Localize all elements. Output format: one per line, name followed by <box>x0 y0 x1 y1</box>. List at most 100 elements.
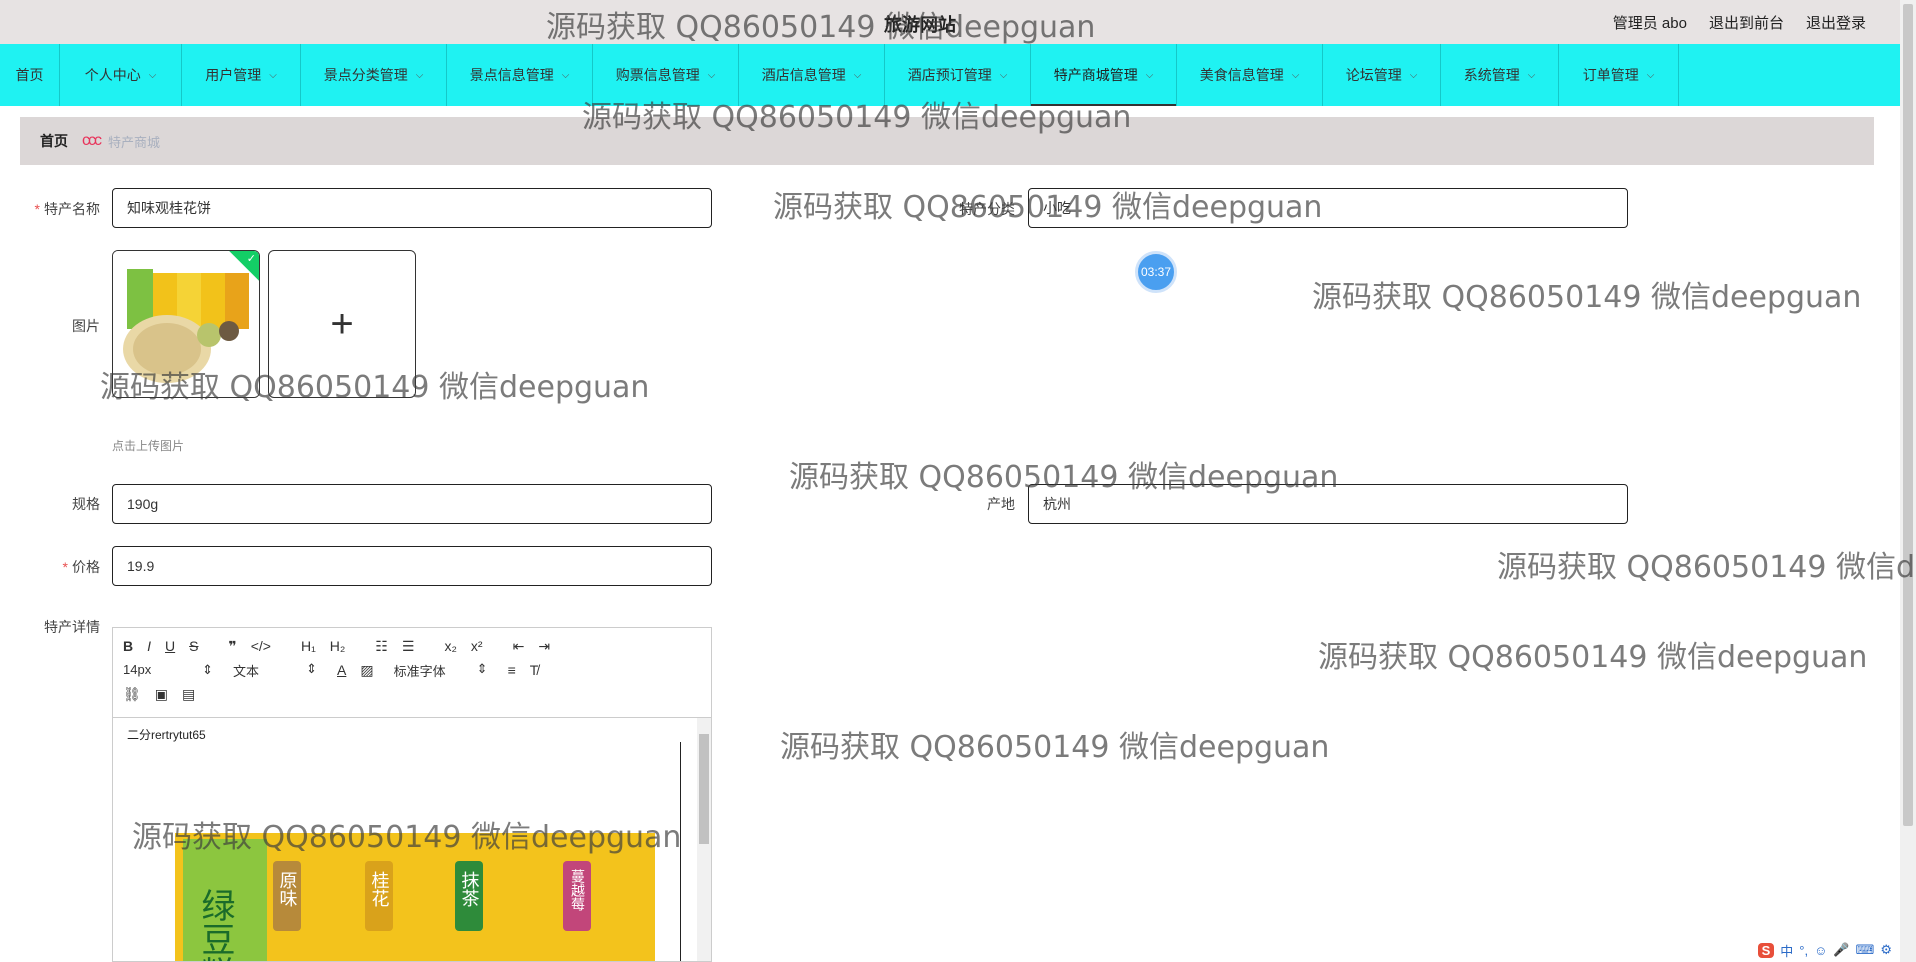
font-family-select[interactable]: 标准字体 ⇕ <box>394 661 488 680</box>
punctuation-icon: °, <box>1799 942 1809 958</box>
nav-item-scenic-info[interactable]: 景点信息管理 ⌵ <box>447 44 593 106</box>
page-scrollbar[interactable] <box>1900 0 1916 962</box>
font-size-select[interactable]: 14px ⇕ <box>123 662 213 678</box>
video-icon[interactable]: ▤ <box>182 686 195 703</box>
breadcrumb: 首页 ccc 特产商城 <box>20 117 1874 165</box>
main-nav: 首页 个人中心 ⌵ 用户管理 ⌵ 景点分类管理 ⌵ 景点信息管理 ⌵ 购票信息管理 ⌵ 酒… <box>0 44 1900 106</box>
font-family-value: 标准字体 <box>393 663 446 679</box>
outdent-icon[interactable]: ⇤ <box>513 638 525 655</box>
exit-to-front-link[interactable]: 退出到前台 <box>1709 12 1784 33</box>
image-label-3: 抹茶 <box>459 871 480 907</box>
nav-label: 特产商城管理 <box>1053 67 1138 83</box>
spec-label: 规格 <box>72 496 100 512</box>
editor-text: 二分rertrytut65 <box>127 728 206 742</box>
chevron-down-icon: ⌵ <box>1409 69 1418 81</box>
keyboard-icon: ⌨ <box>1855 942 1875 957</box>
quote-icon[interactable]: ❞ <box>228 638 236 655</box>
product-thumbnail-image <box>113 251 259 397</box>
nav-label: 购票信息管理 <box>615 67 700 83</box>
strike-button[interactable]: S <box>189 638 198 654</box>
italic-button[interactable]: I <box>147 638 151 654</box>
upload-tip: 点击上传图片 <box>112 439 185 453</box>
timer-badge: 03:37 <box>1135 251 1177 293</box>
chevron-down-icon: ⌵ <box>999 69 1008 81</box>
link-icon[interactable]: ⛓ <box>123 686 141 703</box>
editor-text-cursor <box>680 742 681 961</box>
bold-button[interactable]: B <box>123 638 133 654</box>
nav-item-forum[interactable]: 论坛管理 ⌵ <box>1323 44 1441 106</box>
name-input[interactable]: 知味观桂花饼 <box>112 188 712 228</box>
h2-button[interactable]: H₂ <box>330 638 346 654</box>
underline-button[interactable]: U <box>165 638 175 654</box>
select-arrows-icon: ⇕ <box>202 662 213 677</box>
bullet-list-icon[interactable]: ☰ <box>402 638 415 655</box>
image-icon[interactable]: ▣ <box>155 686 168 703</box>
align-icon[interactable]: ≡ <box>508 662 516 678</box>
indent-icon[interactable]: ⇥ <box>538 638 550 655</box>
chevron-down-icon: ⌵ <box>269 69 277 81</box>
nav-label: 系统管理 <box>1463 67 1520 83</box>
nav-item-food-info[interactable]: 美食信息管理 ⌵ <box>1177 44 1323 106</box>
category-input[interactable]: 小吃 <box>1028 188 1628 228</box>
origin-input[interactable]: 杭州 <box>1028 484 1628 524</box>
top-actions: 管理员 abo 退出到前台 退出登录 <box>1613 12 1866 33</box>
chevron-down-icon: ⌵ <box>853 69 862 81</box>
chevron-down-icon: ⌵ <box>707 69 716 81</box>
nav-item-hotel-booking[interactable]: 酒店预订管理 ⌵ <box>885 44 1031 106</box>
breadcrumb-home[interactable]: 首页 <box>40 131 68 151</box>
nav-label: 用户管理 <box>205 67 262 83</box>
nav-item-personal-center[interactable]: 个人中心 ⌵ <box>60 44 182 106</box>
chevron-down-icon: ⌵ <box>1527 69 1536 81</box>
nav-label: 首页 <box>15 67 44 83</box>
nav-label: 论坛管理 <box>1345 67 1402 83</box>
font-size-value: 14px <box>123 662 152 677</box>
code-icon[interactable]: </> <box>251 638 271 654</box>
select-arrows-icon: ⇕ <box>306 660 317 676</box>
nav-item-system[interactable]: 系统管理 ⌵ <box>1441 44 1559 106</box>
chevron-down-icon: ⌵ <box>415 69 424 81</box>
nav-item-hotel-info[interactable]: 酒店信息管理 ⌵ <box>739 44 885 106</box>
spec-input[interactable]: 190g <box>112 484 712 524</box>
nav-item-users[interactable]: 用户管理 ⌵ <box>182 44 301 106</box>
editor-product-image: 绿豆糕 原味 桂花 抹茶 蔓越莓 <box>175 833 655 961</box>
nav-label: 景点分类管理 <box>323 67 408 83</box>
chevron-down-icon: ⌵ <box>1646 69 1655 81</box>
ime-toolbar[interactable]: S 中 °, ☺ 🎤 ⌨ ⚙ <box>1753 938 1896 962</box>
nav-label: 酒店信息管理 <box>761 67 846 83</box>
nav-item-tickets[interactable]: 购票信息管理 ⌵ <box>593 44 739 106</box>
editor-scrollbar[interactable] <box>697 718 711 961</box>
font-color-icon[interactable]: A <box>337 662 346 678</box>
price-input[interactable]: 19.9 <box>112 546 712 586</box>
nav-item-specialty-mall[interactable]: 特产商城管理 ⌵ <box>1031 44 1177 106</box>
nav-label: 景点信息管理 <box>469 67 554 83</box>
clear-format-icon[interactable]: T̸ <box>530 662 539 678</box>
chevron-down-icon: ⌵ <box>1145 69 1154 81</box>
site-title: 旅游网站 <box>884 15 956 35</box>
nav-item-home[interactable]: 首页 <box>0 44 60 106</box>
image-label-1: 原味 <box>277 871 298 907</box>
background-color-icon[interactable]: ▨ <box>360 662 373 679</box>
price-label: * 价格 <box>62 559 100 575</box>
nav-item-scenic-category[interactable]: 景点分类管理 ⌵ <box>301 44 447 106</box>
settings-icon: ⚙ <box>1880 942 1892 957</box>
logout-link[interactable]: 退出登录 <box>1806 12 1866 33</box>
nav-label: 个人中心 <box>84 67 141 83</box>
breadcrumb-separator-icon: ccc <box>82 132 102 149</box>
watermark: 源码获取 QQ86050149 微信deepguan <box>1497 550 1916 585</box>
breadcrumb-current: 特产商城 <box>108 134 161 150</box>
admin-user-label[interactable]: 管理员 abo <box>1613 12 1687 33</box>
h1-button[interactable]: H₁ <box>301 638 316 654</box>
uploaded-image-thumbnail[interactable]: ✓ <box>112 250 260 398</box>
nav-item-orders[interactable]: 订单管理 ⌵ <box>1559 44 1679 106</box>
image-label-2: 桂花 <box>369 871 390 907</box>
superscript-button[interactable]: x² <box>471 638 483 654</box>
subscript-button[interactable]: x₂ <box>444 638 456 654</box>
upload-add-button[interactable]: + <box>268 250 416 398</box>
plus-icon: + <box>330 301 354 346</box>
sogou-icon: S <box>1757 942 1775 958</box>
block-type-select[interactable]: 文本 ⇕ <box>233 661 317 680</box>
mic-icon: 🎤 <box>1833 942 1850 957</box>
ime-language: 中 <box>1780 943 1794 959</box>
ordered-list-icon[interactable]: ☷ <box>375 638 388 655</box>
editor-content[interactable]: 二分rertrytut65 绿豆糕 原味 桂花 抹茶 蔓越莓 <box>113 718 711 961</box>
